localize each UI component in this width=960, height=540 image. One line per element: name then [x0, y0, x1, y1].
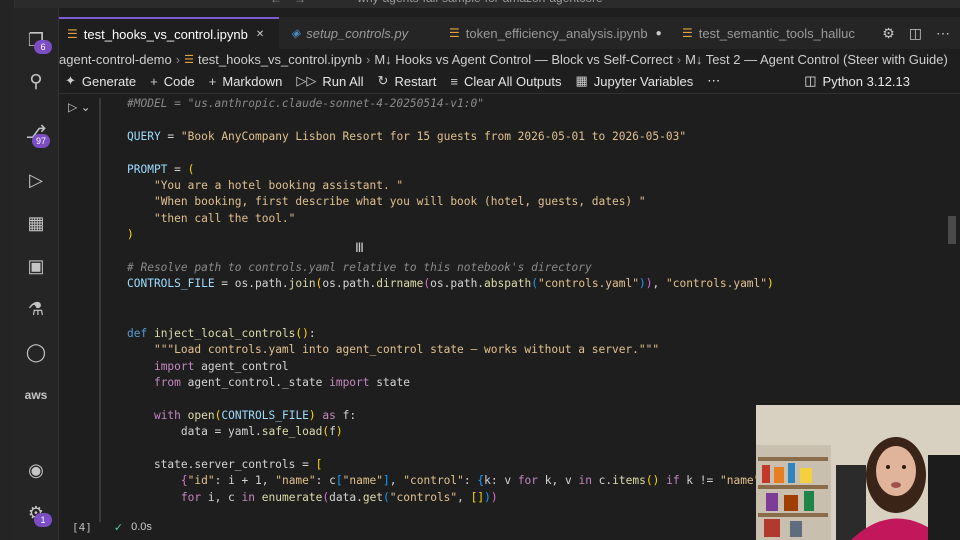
code-line: {"id": i + 1, "name": c["name"], "contro…: [180, 474, 774, 488]
tab-token-efficiency[interactable]: ☰ token_efficiency_analysis.ipynb ●: [441, 17, 687, 49]
scrollbar-thumb[interactable]: [948, 216, 956, 244]
markdown-label: Markdown: [222, 73, 283, 89]
clear-outputs-button[interactable]: ≡ Clear All Outputs: [450, 74, 561, 89]
gear-icon[interactable]: ⚙: [882, 25, 895, 42]
account-icon[interactable]: ◉: [24, 458, 48, 482]
extensions-icon[interactable]: ▦: [24, 211, 48, 235]
add-markdown-button[interactable]: + Markdown: [209, 74, 283, 89]
chevron-right-icon: ›: [676, 51, 682, 67]
explorer-badge: 6: [34, 40, 52, 54]
notebook-file-icon: ☰: [682, 26, 693, 40]
code-line: "When booking, first describe what you w…: [153, 195, 646, 209]
breadcrumb-folder[interactable]: agent-control-demo: [59, 52, 172, 67]
more-actions-icon[interactable]: ⋯: [936, 25, 950, 42]
source-control-badge: 97: [32, 134, 50, 148]
code-line: from agent_control._state import state: [153, 375, 410, 389]
accounts-badge: 1: [34, 513, 52, 527]
close-icon[interactable]: ✕: [256, 29, 264, 40]
editor-actions: ⚙ ◫ ⋯: [882, 17, 950, 49]
code-line: state.server_controls = [: [127, 457, 323, 471]
cell-status: [4] ✓ 0.0s: [59, 517, 759, 537]
code-line: def inject_local_controls():: [127, 326, 316, 340]
breadcrumb: agent-control-demo › ☰ test_hooks_vs_con…: [59, 49, 960, 69]
code-line: for i, c in enumerate(data.get("controls…: [180, 490, 498, 504]
breadcrumb-subsection[interactable]: M↓ Test 2 — Agent Control (Steer with Gu…: [685, 52, 948, 67]
restart-label: Restart: [394, 73, 437, 89]
tab-test-semantic-tools[interactable]: ☰ test_semantic_tools_halluc: [674, 17, 890, 49]
notebook-toolbar: ✦ Generate + Code + Markdown ▷▷ Run All ↻ Res…: [59, 69, 960, 94]
generate-label: Generate: [81, 73, 137, 89]
modified-dot-icon[interactable]: ●: [656, 28, 662, 39]
notebook-file-icon: ☰: [449, 26, 460, 40]
kernel-label: Python 3.12.13: [822, 73, 910, 89]
code-line: CONTROLS_FILE = os.path.join(os.path.dir…: [127, 277, 774, 291]
tab-label: token_efficiency_analysis.ipynb: [465, 25, 648, 41]
execution-count: [4]: [72, 520, 92, 534]
clear-outputs-label: Clear All Outputs: [463, 73, 562, 89]
tab-label: setup_controls.py: [306, 25, 409, 41]
variables-icon: ▦: [575, 73, 588, 88]
text-cursor-icon: Ⅲ: [355, 240, 364, 255]
code-line: import agent_control: [153, 359, 289, 373]
add-code-button[interactable]: + Code: [150, 74, 195, 89]
code-cell[interactable]: #MODEL = "us.anthropic.claude-sonnet-4-2…: [127, 96, 774, 506]
variables-label: Jupyter Variables: [593, 73, 694, 89]
plus-icon: +: [208, 73, 217, 89]
editor-tabs: ☰ test_hooks_vs_control.ipynb ✕ ◈ setup_…: [59, 17, 960, 50]
kernel-picker[interactable]: ◫ Python 3.12.13: [804, 73, 910, 89]
code-line: data = yaml.safe_load(f): [127, 425, 343, 439]
aws-icon[interactable]: aws: [24, 383, 48, 407]
more-toolbar-icon[interactable]: ⋯: [707, 73, 720, 89]
code-line: QUERY = "Book AnyCompany Lisbon Resort f…: [127, 129, 687, 143]
tab-label: test_semantic_tools_halluc: [698, 25, 855, 41]
restart-button[interactable]: ↻ Restart: [378, 73, 437, 89]
code-line: """Load controls.yaml into agent_control…: [153, 343, 660, 357]
activity-bar: ❐ 6 ⚲ ⎇ 97 ▷ ▦ ▣ ⚗ ◯ aws ◉ ⚙ 1: [14, 8, 59, 540]
chevron-right-icon: ›: [175, 51, 181, 67]
code-line: #MODEL = "us.anthropic.claude-sonnet-4-2…: [127, 97, 484, 110]
code-line: # Resolve path to controls.yaml relative…: [127, 261, 592, 275]
code-label: Code: [163, 73, 195, 89]
kernel-icon: ◫: [804, 73, 817, 88]
sparkle-icon: ✦: [65, 73, 76, 88]
run-all-button[interactable]: ▷▷ Run All: [296, 73, 363, 89]
generate-button[interactable]: ✦ Generate: [65, 73, 136, 89]
webcam-overlay: [756, 405, 960, 540]
code-line: "then call the tool.": [153, 211, 296, 225]
python-file-icon: ◈: [291, 26, 301, 40]
window-title: why-agents-fail-sample-for-amazon-agentc…: [0, 0, 960, 5]
run-all-icon: ▷▷: [296, 73, 317, 88]
chat-icon[interactable]: ◯: [24, 340, 48, 364]
clear-all-icon: ≡: [450, 73, 458, 89]
breadcrumb-section[interactable]: M↓ Hooks vs Agent Control — Block vs Sel…: [374, 52, 672, 67]
presenter-video-image: [756, 405, 960, 540]
tab-label: test_hooks_vs_control.ipynb: [83, 26, 248, 42]
chevron-right-icon: ›: [366, 51, 371, 67]
success-check-icon: ✓: [113, 521, 124, 534]
run-debug-icon[interactable]: ▷: [24, 168, 48, 192]
title-bar: ← → why-agents-fail-sample-for-amazon-ag…: [0, 0, 960, 8]
cell-focus-bar: [99, 98, 101, 522]
search-icon[interactable]: ⚲: [24, 69, 48, 93]
execution-time: 0.0s: [131, 521, 152, 533]
flask-icon[interactable]: ⚗: [24, 297, 48, 321]
tab-test-hooks-vs-control[interactable]: ☰ test_hooks_vs_control.ipynb ✕: [59, 17, 279, 49]
jupyter-variables-button[interactable]: ▦ Jupyter Variables: [576, 73, 694, 89]
code-line: ): [127, 228, 134, 242]
code-line: "You are a hotel booking assistant. ": [153, 179, 404, 193]
restart-icon: ↻: [377, 73, 389, 88]
tab-setup-controls[interactable]: ◈ setup_controls.py: [283, 17, 449, 49]
code-line: with open(CONTROLS_FILE) as f:: [153, 408, 357, 422]
plus-icon: +: [150, 73, 158, 89]
remote-icon[interactable]: ▣: [24, 254, 48, 278]
run-cell-icon[interactable]: ▷ ⌄: [68, 100, 91, 114]
activity-bar-edge: [0, 0, 15, 540]
notebook-file-icon: ☰: [67, 27, 78, 41]
breadcrumb-file[interactable]: test_hooks_vs_control.ipynb: [198, 52, 362, 67]
run-all-label: Run All: [322, 73, 364, 89]
split-editor-icon[interactable]: ◫: [909, 25, 922, 42]
notebook-file-icon: ☰: [184, 53, 194, 66]
code-line: PROMPT = (: [127, 162, 195, 176]
